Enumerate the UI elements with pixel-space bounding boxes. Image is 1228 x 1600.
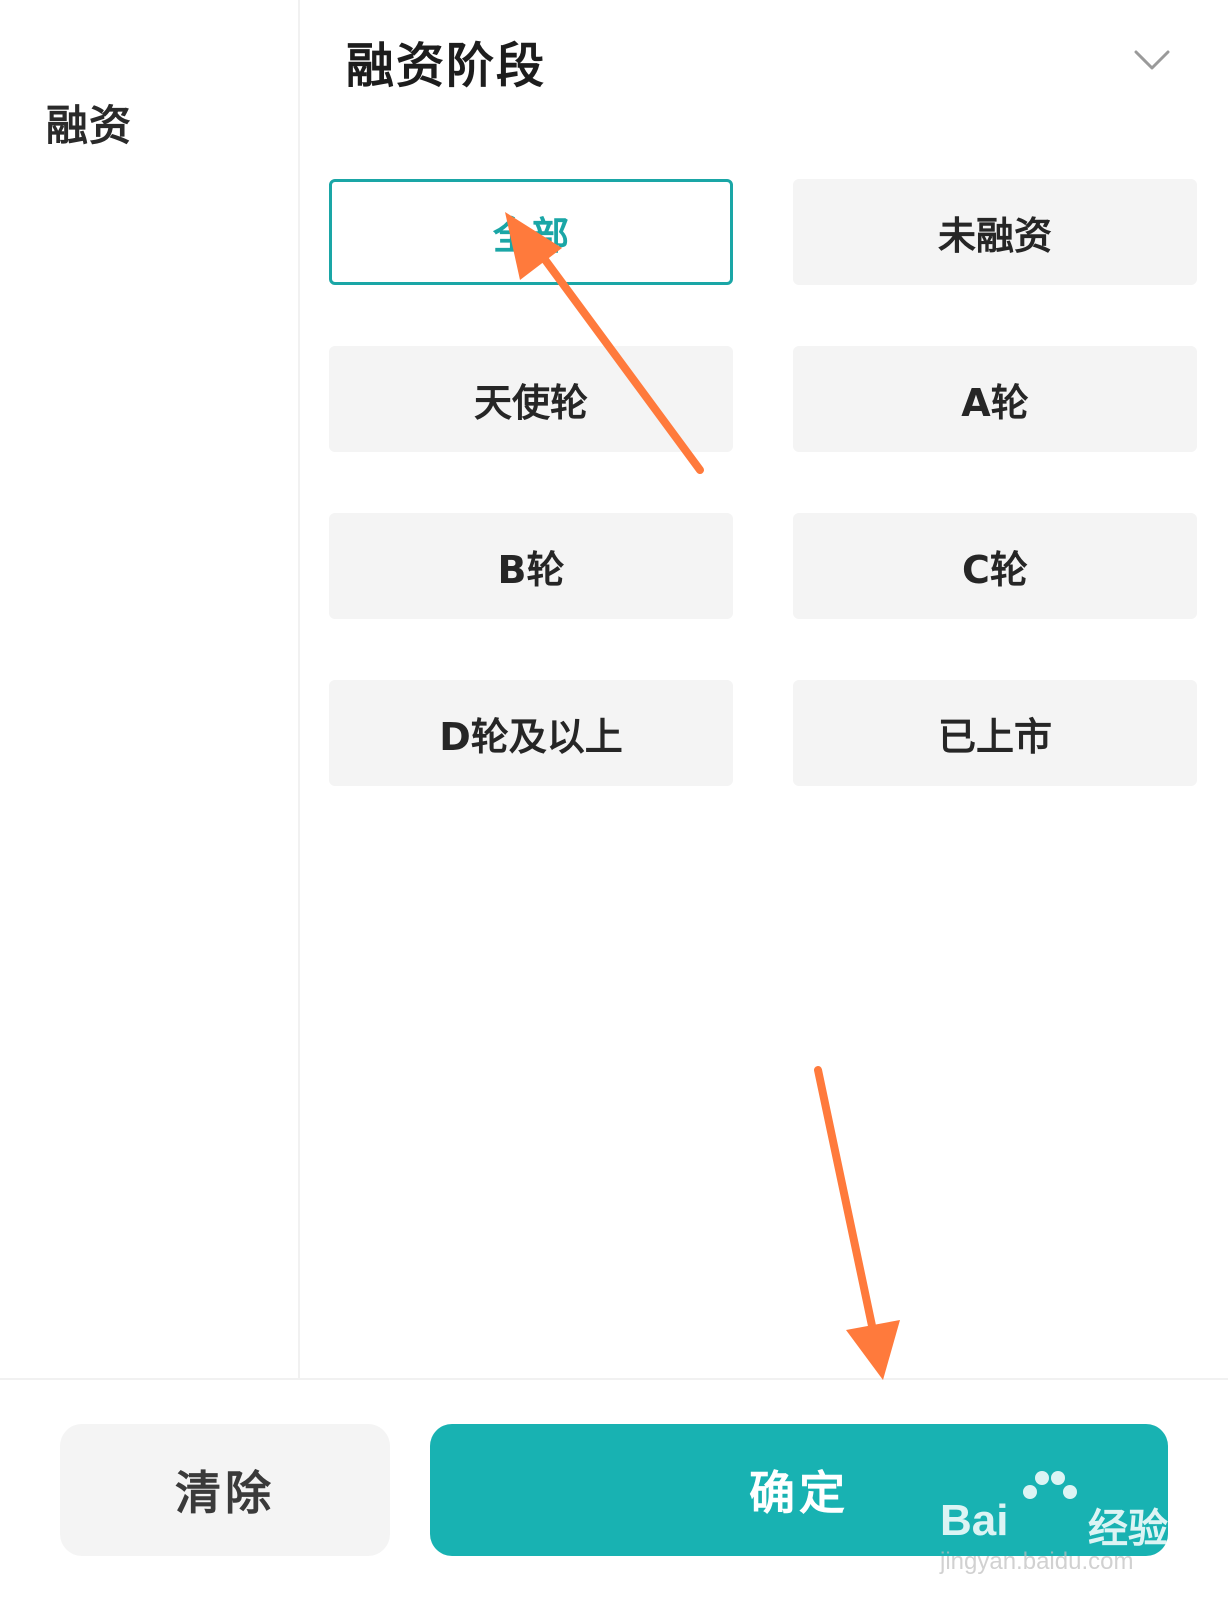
option-listed[interactable]: 已上市 xyxy=(793,680,1197,786)
section-title: 融资阶段 xyxy=(346,38,547,94)
annotation-arrow-down-icon xyxy=(814,1066,900,1380)
clear-button[interactable]: 清除 xyxy=(60,1424,390,1556)
option-d-round-plus[interactable]: D轮及以上 xyxy=(329,680,733,786)
chevron-down-icon[interactable] xyxy=(1132,44,1172,74)
confirm-button[interactable]: 确定 xyxy=(430,1424,1168,1556)
option-angel-round[interactable]: 天使轮 xyxy=(329,346,733,452)
footer-divider xyxy=(0,1378,1228,1380)
option-all[interactable]: 全部 xyxy=(329,179,733,285)
sidebar: 融资 xyxy=(0,0,300,1378)
option-b-round[interactable]: B轮 xyxy=(329,513,733,619)
option-a-round[interactable]: A轮 xyxy=(793,346,1197,452)
option-c-round[interactable]: C轮 xyxy=(793,513,1197,619)
option-unfunded[interactable]: 未融资 xyxy=(793,179,1197,285)
sidebar-item-financing[interactable]: 融资 xyxy=(46,92,132,153)
